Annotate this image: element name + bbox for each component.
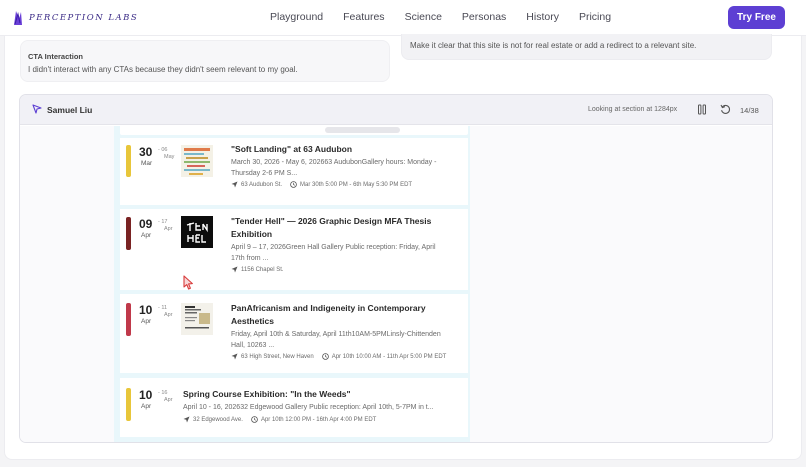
try-free-button[interactable]: Try Free bbox=[728, 6, 785, 29]
logo-mark-icon bbox=[14, 11, 22, 25]
event-time: Mar 30th 5:00 PM - 6th May 5:30 PM EDT bbox=[300, 181, 413, 188]
clock-icon bbox=[290, 181, 297, 188]
cursor-icon bbox=[32, 104, 42, 114]
nav-link-features[interactable]: Features bbox=[343, 11, 384, 23]
session-header: Samuel Liu Looking at section at 1284px … bbox=[20, 95, 772, 125]
event-month: Apr bbox=[141, 403, 152, 410]
event-end-day: - 11 bbox=[158, 305, 168, 311]
event-title-line: Aesthetics bbox=[231, 315, 274, 326]
event-end-month: Apr bbox=[164, 312, 173, 318]
event-title[interactable]: PanAfricanism and Indigeneity in Contemp… bbox=[231, 302, 426, 327]
top-nav: PERCEPTION LABS Playground Features Scie… bbox=[0, 0, 806, 36]
event-meta: 63 High Street, New Haven Apr 10th 10:00… bbox=[231, 353, 446, 360]
event-end-month: May bbox=[164, 154, 175, 160]
event-description-line: April 9 – 17, 2026Green Hall Gallery Pub… bbox=[231, 244, 436, 251]
event-meta: 63 Audubon St. Mar 30th 5:00 PM - 6th Ma… bbox=[231, 181, 412, 188]
event-location: 1156 Chapel St. bbox=[241, 266, 284, 273]
event-end-day: - 16 bbox=[158, 390, 168, 396]
event-description: Friday, April 10th & Saturday, April 11t… bbox=[231, 329, 441, 351]
event-title-line: "Soft Landing" at 63 Audubon bbox=[231, 144, 353, 154]
event-description-line: Thursday 2-6 PM S... bbox=[231, 170, 298, 177]
event-end-day: - 06 bbox=[158, 147, 168, 153]
session-user-name: Samuel Liu bbox=[47, 105, 93, 115]
event-color-bar bbox=[126, 145, 131, 177]
event-card[interactable]: 10 - 16 Apr Apr Spring Course Exhibition… bbox=[120, 378, 468, 437]
recommendation-text: Make it clear that this site is not for … bbox=[410, 41, 697, 50]
event-end-month: Apr bbox=[164, 397, 173, 403]
logo-text: PERCEPTION LABS bbox=[29, 13, 139, 23]
event-meta: 32 Edgewood Ave. Apr 10th 12:00 PM - 16t… bbox=[183, 416, 376, 423]
event-month: Apr bbox=[141, 232, 152, 239]
event-thumbnail-image bbox=[181, 216, 213, 248]
event-title-line: PanAfricanism and Indigeneity in Contemp… bbox=[231, 303, 426, 313]
location-arrow-icon bbox=[231, 181, 238, 188]
replay-icon[interactable] bbox=[720, 104, 731, 115]
event-description: April 9 – 17, 2026Green Hall Gallery Pub… bbox=[231, 242, 436, 264]
nav-link-science[interactable]: Science bbox=[405, 11, 442, 23]
event-end-month: Apr bbox=[164, 226, 173, 232]
event-title[interactable]: "Soft Landing" at 63 Audubon bbox=[231, 143, 352, 156]
event-end-day-value: 11 bbox=[161, 305, 168, 311]
event-title-line: Exhibition bbox=[231, 228, 273, 239]
event-color-bar bbox=[126, 303, 131, 336]
previous-event-card bbox=[120, 126, 468, 135]
event-day: 09 bbox=[139, 217, 153, 231]
event-month: Apr bbox=[141, 318, 152, 325]
session-replay-panel: Samuel Liu Looking at section at 1284px … bbox=[19, 94, 773, 443]
event-description: March 30, 2026 - May 6, 202663 AudubonGa… bbox=[231, 157, 436, 179]
event-thumbnail-image bbox=[181, 303, 213, 335]
event-end-day-value: 16 bbox=[161, 390, 168, 396]
recommendation-card: Make it clear that this site is not for … bbox=[401, 34, 772, 60]
event-description-line: 17th from ... bbox=[231, 255, 269, 262]
event-card[interactable]: 30 - 06 May Mar "Soft Landing" at 63 Aud… bbox=[120, 138, 468, 205]
user-pointer-icon bbox=[183, 275, 193, 290]
event-location: 63 Audubon St. bbox=[241, 181, 283, 188]
event-description-line: March 30, 2026 - May 6, 202663 AudubonGa… bbox=[231, 159, 437, 166]
clock-icon bbox=[321, 353, 329, 360]
step-counter: 14/38 bbox=[740, 106, 759, 115]
event-color-bar bbox=[126, 388, 131, 421]
section-position-text: Looking at section at 1284px bbox=[588, 106, 678, 113]
event-description-line: Hall, 10263 ... bbox=[231, 342, 275, 349]
event-end-day-value: 06 bbox=[161, 147, 168, 153]
event-title[interactable]: "Tender Hell" — 2026 Graphic Design MFA … bbox=[231, 215, 431, 240]
logo[interactable]: PERCEPTION LABS bbox=[12, 9, 138, 27]
nav-link-history[interactable]: History bbox=[526, 11, 559, 23]
event-day: 10 bbox=[139, 303, 153, 317]
event-time: Apr 10th 12:00 PM - 16th Apr 4:00 PM EDT bbox=[260, 416, 377, 423]
event-card[interactable]: 09 - 17 Apr Apr "Tender Hell" — 2026 Gra… bbox=[120, 209, 468, 290]
event-meta: 1156 Chapel St. bbox=[231, 266, 284, 273]
location-arrow-icon bbox=[231, 266, 238, 273]
cta-interaction-text: I didn't interact with any CTAs because … bbox=[28, 65, 298, 74]
event-description-line: April 10 - 16, 202632 Edgewood Gallery P… bbox=[183, 404, 434, 411]
event-day: 10 bbox=[139, 388, 153, 402]
event-location: 32 Edgewood Ave. bbox=[193, 416, 243, 423]
nav-link-personas[interactable]: Personas bbox=[462, 11, 506, 23]
event-thumbnail-image bbox=[181, 145, 213, 177]
event-description-line: Friday, April 10th & Saturday, April 11t… bbox=[231, 331, 441, 338]
event-end-day-value: 17 bbox=[161, 219, 168, 225]
cta-interaction-card: CTA Interaction I didn't interact with a… bbox=[20, 40, 390, 82]
location-arrow-icon bbox=[183, 416, 190, 423]
event-description: April 10 - 16, 202632 Edgewood Gallery P… bbox=[183, 402, 434, 413]
replay-viewport: 30 - 06 May Mar "Soft Landing" at 63 Aud… bbox=[20, 126, 772, 442]
nav-link-playground[interactable]: Playground bbox=[270, 11, 323, 23]
nav-links: Playground Features Science Personas His… bbox=[270, 11, 611, 23]
event-card[interactable]: 10 - 11 Apr Apr PanAfricanism and Indige… bbox=[120, 294, 468, 373]
event-time: Apr 10th 10:00 AM - 11th Apr 5:00 PM EDT bbox=[331, 353, 447, 360]
card-shadow bbox=[325, 127, 400, 133]
event-title[interactable]: Spring Course Exhibition: "In the Weeds" bbox=[183, 388, 351, 401]
cta-interaction-label: CTA Interaction bbox=[28, 52, 84, 61]
event-title-line: Spring Course Exhibition: "In the Weeds" bbox=[183, 389, 351, 399]
event-month: Mar bbox=[141, 160, 153, 167]
nav-link-pricing[interactable]: Pricing bbox=[579, 11, 611, 23]
event-location: 63 High Street, New Haven bbox=[241, 353, 314, 360]
event-day: 30 bbox=[139, 145, 153, 159]
event-end-day: - 17 bbox=[158, 219, 168, 225]
location-arrow-icon bbox=[231, 353, 238, 360]
pause-icon[interactable] bbox=[697, 104, 707, 115]
event-title-line: "Tender Hell" — 2026 Graphic Design MFA … bbox=[231, 216, 432, 226]
event-color-bar bbox=[126, 217, 131, 250]
clock-icon bbox=[251, 416, 258, 423]
